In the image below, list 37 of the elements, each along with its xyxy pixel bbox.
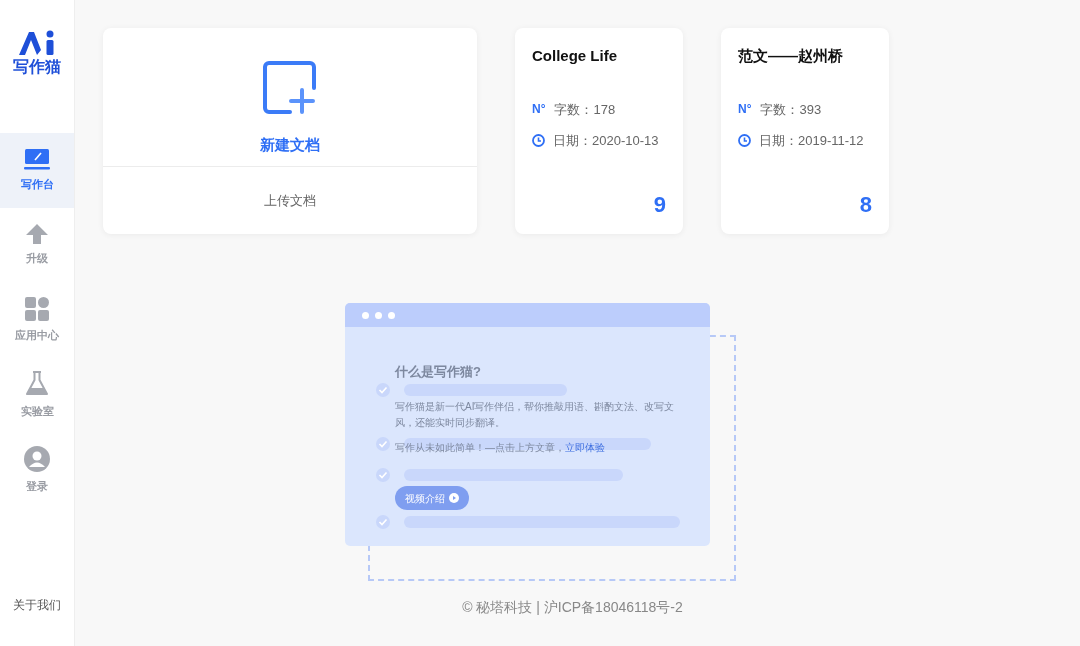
user-avatar-icon — [24, 446, 50, 473]
document-date: 日期：2020-10-13 — [553, 132, 659, 150]
word-count: 字数：393 — [760, 100, 822, 119]
footer-text: © 秘塔科技 | 沪ICP备18046118号-2 — [461, 598, 684, 617]
play-icon — [449, 493, 459, 503]
new-document-button[interactable]: 新建文档 — [103, 28, 477, 167]
document-date: 日期：2019-11-12 — [759, 132, 864, 150]
logo-text: 写作猫 — [13, 59, 61, 75]
about-link[interactable]: 关于我们 — [13, 596, 61, 614]
try-now-link[interactable]: 立即体验 — [565, 441, 605, 455]
laptop-edit-icon — [24, 148, 50, 171]
new-document-icon — [262, 60, 318, 116]
clock-icon — [532, 134, 545, 148]
nav-item[interactable]: 写作台 — [0, 133, 74, 208]
upload-document-button[interactable]: 上传文档 — [103, 167, 477, 234]
number-sign-icon: N° — [738, 100, 752, 119]
clock-icon — [738, 134, 751, 148]
intro-paragraph: 写作猫是新一代AI写作伴侣，帮你推敲用语、斟酌文法、改写文风，还能实时同步翻译。 — [395, 400, 676, 430]
document-score: 9 — [653, 194, 666, 216]
word-count: 字数：178 — [554, 100, 616, 119]
check-icon — [376, 468, 390, 482]
apps-grid-icon — [25, 297, 49, 322]
document-score: 8 — [859, 194, 872, 216]
video-intro-button[interactable]: 视频介绍 — [395, 486, 469, 510]
check-icon — [376, 383, 390, 397]
up-arrow-icon — [26, 224, 48, 245]
logo-icon — [17, 30, 57, 56]
number-sign-icon: N° — [532, 100, 546, 119]
intro-cta-text: 写作从未如此简单！—点击上方文章， — [395, 441, 565, 455]
check-icon — [376, 515, 390, 529]
document-card[interactable]: 范文——赵州桥 N° 字数：393 日期：2019-11-12 8 — [721, 28, 889, 234]
flask-icon — [25, 371, 49, 398]
document-card[interactable]: College Life N° 字数：178 日期：2020-10-13 9 — [515, 28, 683, 234]
check-icon — [376, 437, 390, 451]
document-title: College Life — [532, 46, 618, 66]
document-title: 范文——赵州桥 — [738, 46, 844, 66]
intro-heading: 什么是写作猫? — [395, 364, 481, 380]
